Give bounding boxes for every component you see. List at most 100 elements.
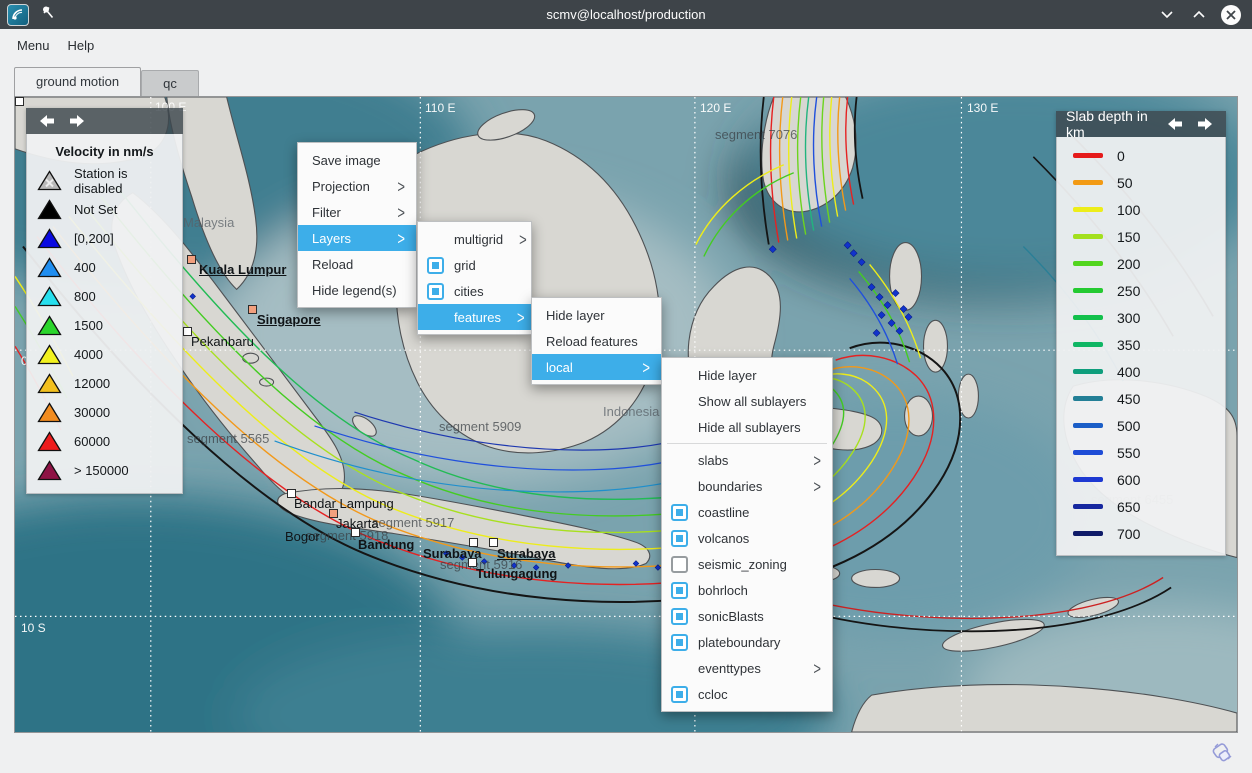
menu-item[interactable]: Reload features >: [532, 328, 661, 354]
menu-item[interactable]: Hide legend(s) >: [298, 277, 416, 303]
velocity-legend: Velocity in nm/s Station is disabled: [26, 108, 183, 494]
menu-item[interactable]: cities >: [418, 278, 531, 304]
arrow-right-icon[interactable]: [66, 113, 88, 129]
menu-item[interactable]: plateboundary >: [662, 629, 832, 655]
window-title: scmv@localhost/production: [0, 7, 1252, 22]
submenu-arrow-icon: >: [626, 357, 650, 377]
station-triangle-icon: [37, 315, 62, 336]
close-button[interactable]: [1220, 4, 1242, 26]
menubar-item[interactable]: Help: [59, 33, 104, 58]
slab-legend-item: 200: [1065, 250, 1217, 277]
depth-color-swatch: [1073, 369, 1103, 374]
station-triangle-icon: [37, 344, 62, 365]
velocity-legend-title: Velocity in nm/s: [35, 139, 174, 166]
checkbox: [671, 530, 688, 547]
velocity-legend-item: 12000: [35, 369, 174, 398]
station-triangle-icon: [37, 286, 62, 307]
depth-color-swatch: [1073, 288, 1103, 293]
tab[interactable]: ground motion: [14, 67, 141, 96]
menu-item[interactable]: bohrloch >: [662, 577, 832, 603]
station-triangle-icon: [37, 228, 62, 249]
menu-item[interactable]: boundaries >: [662, 473, 832, 499]
velocity-legend-item: 4000: [35, 340, 174, 369]
velocity-legend-item: 1500: [35, 311, 174, 340]
menu-item[interactable]: multigrid >: [418, 226, 531, 252]
arrow-left-icon[interactable]: [1164, 116, 1186, 132]
menubar: MenuHelp: [0, 29, 1252, 62]
local-submenu: Hide layer > Show all sublayers > Hide a…: [661, 357, 833, 712]
layers-submenu: multigrid > grid > cities > features >: [417, 221, 532, 335]
velocity-legend-item: 400: [35, 253, 174, 282]
slab-legend-item: 700: [1065, 520, 1217, 547]
seiscomp-logo-icon: [7, 4, 29, 26]
depth-color-swatch: [1073, 261, 1103, 266]
velocity-legend-item: 800: [35, 282, 174, 311]
menu-item[interactable]: seismic_zoning >: [662, 551, 832, 577]
minimize-button[interactable]: [1156, 4, 1178, 26]
submenu-arrow-icon: >: [797, 658, 821, 678]
menu-item[interactable]: eventtypes >: [662, 655, 832, 681]
menu-item[interactable]: sonicBlasts >: [662, 603, 832, 629]
menu-item[interactable]: grid >: [418, 252, 531, 278]
menu-item[interactable]: features >: [418, 304, 531, 330]
depth-color-swatch: [1073, 153, 1103, 158]
velocity-legend-item: > 150000: [35, 456, 174, 485]
slab-legend-item: 300: [1065, 304, 1217, 331]
slab-legend-item: 450: [1065, 385, 1217, 412]
maximize-button[interactable]: [1188, 4, 1210, 26]
velocity-legend-item: Station is disabled: [35, 166, 174, 195]
menu-item[interactable]: Show all sublayers >: [662, 388, 832, 414]
slab-legend-item: 650: [1065, 493, 1217, 520]
menu-item[interactable]: Filter >: [298, 199, 416, 225]
velocity-legend-item: 30000: [35, 398, 174, 427]
menu-item[interactable]: Hide all sublayers >: [662, 414, 832, 440]
pin-icon[interactable]: [41, 5, 55, 25]
menu-item[interactable]: coastline >: [662, 499, 832, 525]
station-symbol-icon: [1208, 740, 1236, 766]
map-view[interactable]: 100 E110 E120 E130 E010 S segment 7076se…: [14, 96, 1238, 733]
menubar-item[interactable]: Menu: [8, 33, 59, 58]
submenu-arrow-icon: >: [381, 176, 405, 196]
menu-item[interactable]: local >: [532, 354, 661, 380]
titlebar: scmv@localhost/production: [0, 0, 1252, 29]
menu-item[interactable]: Hide layer >: [532, 302, 661, 328]
depth-color-swatch: [1073, 423, 1103, 428]
menu-item[interactable]: Layers >: [298, 225, 416, 251]
arrow-left-icon[interactable]: [36, 113, 58, 129]
slab-legend-header: Slab depth in km: [1056, 111, 1226, 137]
slab-legend-item: 550: [1065, 439, 1217, 466]
slab-legend-item: 0: [1065, 142, 1217, 169]
depth-color-swatch: [1073, 531, 1103, 536]
velocity-legend-item: Not Set: [35, 195, 174, 224]
map-canvas[interactable]: [15, 97, 1237, 732]
depth-color-swatch: [1073, 504, 1103, 509]
menu-item[interactable]: Hide layer >: [662, 362, 832, 388]
submenu-arrow-icon: >: [503, 229, 527, 249]
checkbox: [671, 556, 688, 573]
slab-depth-legend: Slab depth in km 0 50: [1056, 111, 1226, 556]
submenu-arrow-icon: >: [381, 202, 405, 222]
slab-legend-title: Slab depth in km: [1066, 108, 1164, 140]
menu-item[interactable]: Reload >: [298, 251, 416, 277]
menu-item[interactable]: volcanos >: [662, 525, 832, 551]
tab[interactable]: qc: [141, 70, 199, 96]
menu-item[interactable]: >: [667, 443, 827, 444]
checkbox: [671, 686, 688, 703]
submenu-arrow-icon: >: [797, 450, 821, 470]
checkbox: [427, 257, 444, 274]
menu-item[interactable]: slabs >: [662, 447, 832, 473]
map-context-menu: Save image > Projection > Filter > Layer…: [297, 142, 417, 308]
arrow-right-icon[interactable]: [1194, 116, 1216, 132]
checkbox: [671, 582, 688, 599]
slab-legend-item: 400: [1065, 358, 1217, 385]
depth-color-swatch: [1073, 450, 1103, 455]
menu-item[interactable]: Projection >: [298, 173, 416, 199]
depth-color-swatch: [1073, 342, 1103, 347]
status-strip: [0, 733, 1252, 773]
menu-item[interactable]: ccloc >: [662, 681, 832, 707]
station-triangle-icon: [37, 199, 62, 220]
velocity-legend-header: [26, 108, 183, 134]
slab-legend-item: 100: [1065, 196, 1217, 223]
velocity-legend-item: 60000: [35, 427, 174, 456]
menu-item[interactable]: Save image >: [298, 147, 416, 173]
